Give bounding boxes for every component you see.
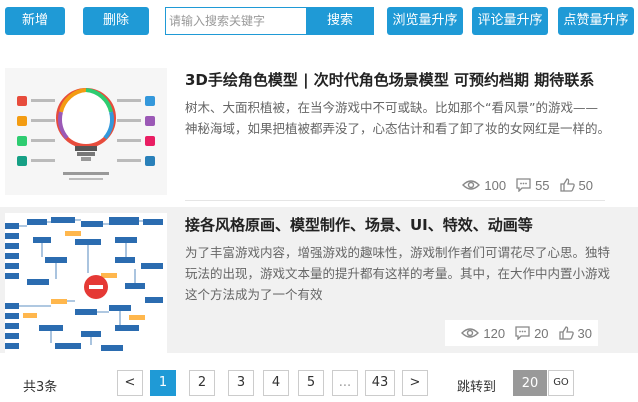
page-2[interactable]: 2 bbox=[189, 370, 215, 396]
eye-icon bbox=[461, 328, 480, 338]
views-count: 120 bbox=[483, 325, 506, 341]
views-count: 100 bbox=[484, 177, 507, 193]
go-button[interactable]: GO bbox=[548, 370, 574, 396]
item-description: 树木、大面积植被，在当今游戏中不可或缺。比如那个“看风景”的游戏——神秘海域，如… bbox=[185, 100, 611, 136]
search-button[interactable]: 搜索 bbox=[306, 7, 374, 35]
comments-stat: 55 bbox=[516, 177, 550, 193]
item-title[interactable]: 接各风格原画、模型制作、场景、UI、特效、动画等 bbox=[185, 214, 533, 235]
search-input[interactable] bbox=[165, 7, 306, 35]
comment-icon bbox=[515, 326, 530, 340]
search-box: 搜索 bbox=[165, 7, 374, 35]
page-43[interactable]: 43 bbox=[365, 370, 395, 396]
divider bbox=[185, 200, 605, 201]
page-3[interactable]: 3 bbox=[228, 370, 254, 396]
toolbar: 新增 删除 搜索 浏览量升序 评论量升序 点赞量升序 bbox=[0, 7, 638, 35]
comments-count: 55 bbox=[535, 177, 550, 193]
list-item[interactable]: 接各风格原画、模型制作、场景、UI、特效、动画等 为了丰富游戏内容，增强游戏的趣… bbox=[0, 207, 638, 356]
views-stat: 120 bbox=[461, 326, 505, 341]
likes-stat[interactable]: 50 bbox=[559, 177, 593, 193]
total-count: 共3条 bbox=[23, 380, 58, 395]
eye-icon bbox=[462, 180, 481, 190]
jump-page-input[interactable] bbox=[513, 370, 547, 396]
comments-count: 20 bbox=[534, 325, 549, 341]
business-idea-thumbnail[interactable] bbox=[5, 68, 167, 195]
next-page-button[interactable]: > bbox=[402, 370, 428, 396]
pagination: 共3条 < 1 2 3 4 5 ... 43 > 跳转到 GO bbox=[0, 370, 638, 398]
item-stats: 100 55 50 bbox=[452, 175, 593, 195]
item-description: 为了丰富游戏内容，增强游戏的趣味性，游戏制作者们可谓花尽了心思。独特玩法的出现，… bbox=[185, 245, 611, 302]
page-1[interactable]: 1 bbox=[150, 370, 176, 396]
page-5[interactable]: 5 bbox=[298, 370, 324, 396]
thumbs-up-icon[interactable] bbox=[559, 178, 575, 192]
sort-views-button[interactable]: 浏览量升序 bbox=[387, 7, 463, 35]
likes-count: 50 bbox=[578, 177, 593, 193]
flowchart-thumbnail[interactable] bbox=[5, 213, 167, 356]
pagination-ellipsis: ... bbox=[332, 370, 358, 396]
prev-page-button[interactable]: < bbox=[117, 370, 143, 396]
sort-likes-button[interactable]: 点赞量升序 bbox=[558, 7, 634, 35]
likes-count: 30 bbox=[577, 325, 592, 341]
likes-stat[interactable]: 30 bbox=[558, 325, 592, 341]
item-stats: 120 20 30 bbox=[445, 320, 598, 346]
comments-stat: 20 bbox=[515, 325, 549, 341]
item-title[interactable]: 3D手绘角色模型 | 次时代角色场景模型 可预约档期 期待联系 bbox=[185, 69, 594, 90]
add-button[interactable]: 新增 bbox=[5, 7, 65, 35]
comment-icon bbox=[516, 178, 531, 192]
jump-to-label: 跳转到 bbox=[457, 380, 497, 395]
delete-button[interactable]: 删除 bbox=[83, 7, 149, 35]
thumbs-up-icon[interactable] bbox=[558, 326, 574, 340]
sort-comments-button[interactable]: 评论量升序 bbox=[472, 7, 548, 35]
page-4[interactable]: 4 bbox=[263, 370, 289, 396]
views-stat: 100 bbox=[462, 178, 506, 193]
list-item[interactable]: 3D手绘角色模型 | 次时代角色场景模型 可预约档期 期待联系 树木、大面积植被… bbox=[0, 62, 638, 208]
